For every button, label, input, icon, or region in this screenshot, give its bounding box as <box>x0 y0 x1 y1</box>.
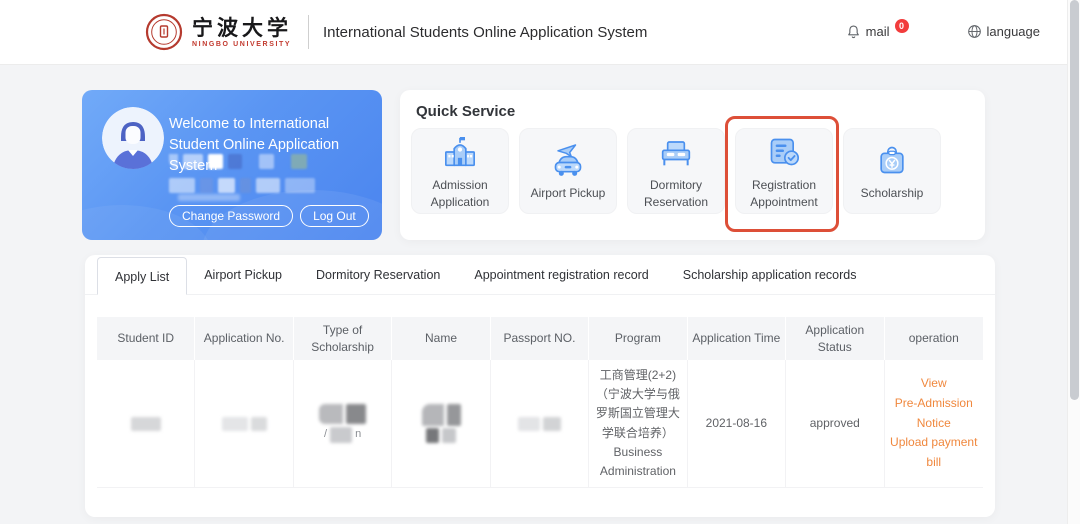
university-name-en: NINGBO UNIVERSITY <box>192 41 292 48</box>
table-row: / n <box>97 360 983 488</box>
cell-name <box>392 360 490 488</box>
tile-airport-pickup[interactable]: Airport Pickup <box>519 128 617 214</box>
tile-dormitory-reservation[interactable]: Dormitory Reservation <box>627 128 725 214</box>
tile-label: Registration Appointment <box>736 177 832 212</box>
col-passport-no: Passport NO. <box>491 317 589 360</box>
redacted-user-info-line2 <box>169 178 315 193</box>
cell-program: 工商管理(2+2)（宁波大学与俄罗斯国立管理大学联合培养） Business A… <box>589 360 687 488</box>
tab-appointment-registration-record[interactable]: Appointment registration record <box>457 256 665 294</box>
cell-application-status: approved <box>786 360 884 488</box>
col-application-no: Application No. <box>195 317 293 360</box>
tile-label: Admission Application <box>412 177 508 212</box>
cell-type-of-scholarship: / n <box>294 360 392 488</box>
cell-application-no <box>195 360 293 488</box>
partial-text: n <box>355 426 361 443</box>
upload-payment-bill-link[interactable]: Upload payment bill <box>890 433 979 473</box>
page: 宁波大学 NINGBO UNIVERSITY International Stu… <box>0 0 1080 524</box>
tile-registration-appointment[interactable]: Registration Appointment <box>735 128 833 214</box>
mail-button[interactable]: mail 0 <box>846 24 909 40</box>
apply-list-table-wrap: Student ID Application No. Type of Schol… <box>97 317 983 488</box>
tab-airport-pickup[interactable]: Airport Pickup <box>187 256 299 294</box>
university-name-cn: 宁波大学 <box>192 17 292 38</box>
tile-scholarship[interactable]: Scholarship <box>843 128 941 214</box>
bell-icon <box>846 24 861 40</box>
language-button[interactable]: language <box>967 24 1041 40</box>
quick-service-title: Quick Service <box>416 103 969 120</box>
col-operation: operation <box>885 317 984 360</box>
col-program: Program <box>589 317 687 360</box>
col-student-id: Student ID <box>97 317 195 360</box>
redacted-user-info-line3 <box>178 194 240 201</box>
col-type-of-scholarship: Type of Scholarship <box>294 317 392 360</box>
car-plane-icon <box>547 139 589 181</box>
school-building-icon <box>439 131 481 173</box>
welcome-card: Welcome to International Student Online … <box>82 90 382 240</box>
cell-student-id <box>97 360 195 488</box>
col-name: Name <box>392 317 490 360</box>
records-card: Apply List Airport Pickup Dormitory Rese… <box>85 255 995 517</box>
user-avatar <box>102 107 164 169</box>
quick-service-card: Quick Service Admissio <box>400 90 985 240</box>
col-application-status: Application Status <box>786 317 884 360</box>
mail-label: mail <box>866 24 890 40</box>
cell-operation: View Pre-Admission Notice Upload payment… <box>885 360 984 488</box>
tab-bar: Apply List Airport Pickup Dormitory Rese… <box>85 255 995 295</box>
tab-scholarship-application-records[interactable]: Scholarship application records <box>666 256 874 294</box>
partial-text: / <box>324 426 327 443</box>
tile-label: Scholarship <box>857 185 928 202</box>
bed-icon <box>655 131 697 173</box>
cell-passport-no <box>491 360 589 488</box>
header-divider <box>308 15 309 49</box>
tab-apply-list[interactable]: Apply List <box>97 257 187 295</box>
table-header-row: Student ID Application No. Type of Schol… <box>97 317 983 360</box>
university-name: 宁波大学 NINGBO UNIVERSITY <box>192 17 292 48</box>
quick-service-tiles: Admission Application Airport Pickup <box>411 128 941 214</box>
change-password-button[interactable]: Change Password <box>169 205 293 227</box>
cell-application-time: 2021-08-16 <box>688 360 786 488</box>
log-out-button[interactable]: Log Out <box>300 205 369 227</box>
globe-icon <box>967 24 982 39</box>
redacted-user-info-line1 <box>169 154 307 169</box>
header-actions: mail 0 language <box>846 24 1040 40</box>
university-seal-icon <box>145 13 183 51</box>
tile-label: Airport Pickup <box>527 185 610 202</box>
university-logo: 宁波大学 NINGBO UNIVERSITY <box>145 13 292 51</box>
system-title: International Students Online Applicatio… <box>323 24 647 41</box>
welcome-buttons: Change Password Log Out <box>169 205 369 227</box>
scrollbar-thumb[interactable] <box>1070 0 1079 400</box>
header: 宁波大学 NINGBO UNIVERSITY International Stu… <box>0 0 1080 65</box>
pre-admission-notice-link[interactable]: Pre-Admission Notice <box>890 394 979 434</box>
language-label: language <box>987 24 1041 40</box>
mail-badge: 0 <box>895 19 909 33</box>
tab-dormitory-reservation[interactable]: Dormitory Reservation <box>299 256 457 294</box>
view-link[interactable]: View <box>890 374 979 394</box>
vertical-scrollbar <box>1067 0 1080 524</box>
apply-list-table: Student ID Application No. Type of Schol… <box>97 317 983 488</box>
tile-label: Dormitory Reservation <box>628 177 724 212</box>
col-application-time: Application Time <box>688 317 786 360</box>
document-check-icon <box>763 131 805 173</box>
money-purse-icon <box>871 139 913 181</box>
tile-admission-application[interactable]: Admission Application <box>411 128 509 214</box>
